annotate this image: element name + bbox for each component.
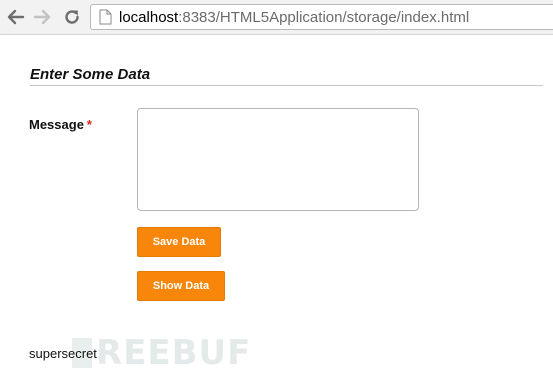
message-label: Message * [29, 117, 92, 132]
forward-button[interactable] [30, 5, 54, 29]
browser-toolbar: localhost:8383/HTML5Application/storage/… [0, 0, 553, 35]
message-textarea[interactable] [137, 108, 419, 211]
reload-button[interactable] [60, 5, 84, 29]
url-host: localhost [119, 9, 179, 26]
reload-icon [65, 10, 79, 24]
section-title: Enter Some Data [30, 66, 151, 83]
address-bar[interactable]: localhost:8383/HTML5Application/storage/… [90, 4, 553, 30]
save-data-button[interactable]: Save Data [137, 227, 221, 257]
output-text: supersecret [29, 346, 97, 361]
url-text: localhost:8383/HTML5Application/storage/… [119, 9, 469, 26]
forward-arrow-icon [33, 9, 51, 25]
url-path: :8383/HTML5Application/storage/index.htm… [178, 9, 470, 26]
show-data-button[interactable]: Show Data [137, 271, 225, 301]
page-icon [99, 9, 112, 25]
page: localhost:8383/HTML5Application/storage/… [0, 0, 553, 385]
message-label-text: Message [29, 117, 84, 132]
back-arrow-icon [7, 9, 25, 25]
watermark-text: REEBUF [96, 333, 252, 373]
back-button[interactable] [4, 5, 28, 29]
required-mark: * [86, 117, 92, 132]
title-divider [30, 85, 543, 86]
watermark: REEBUF [72, 336, 251, 370]
